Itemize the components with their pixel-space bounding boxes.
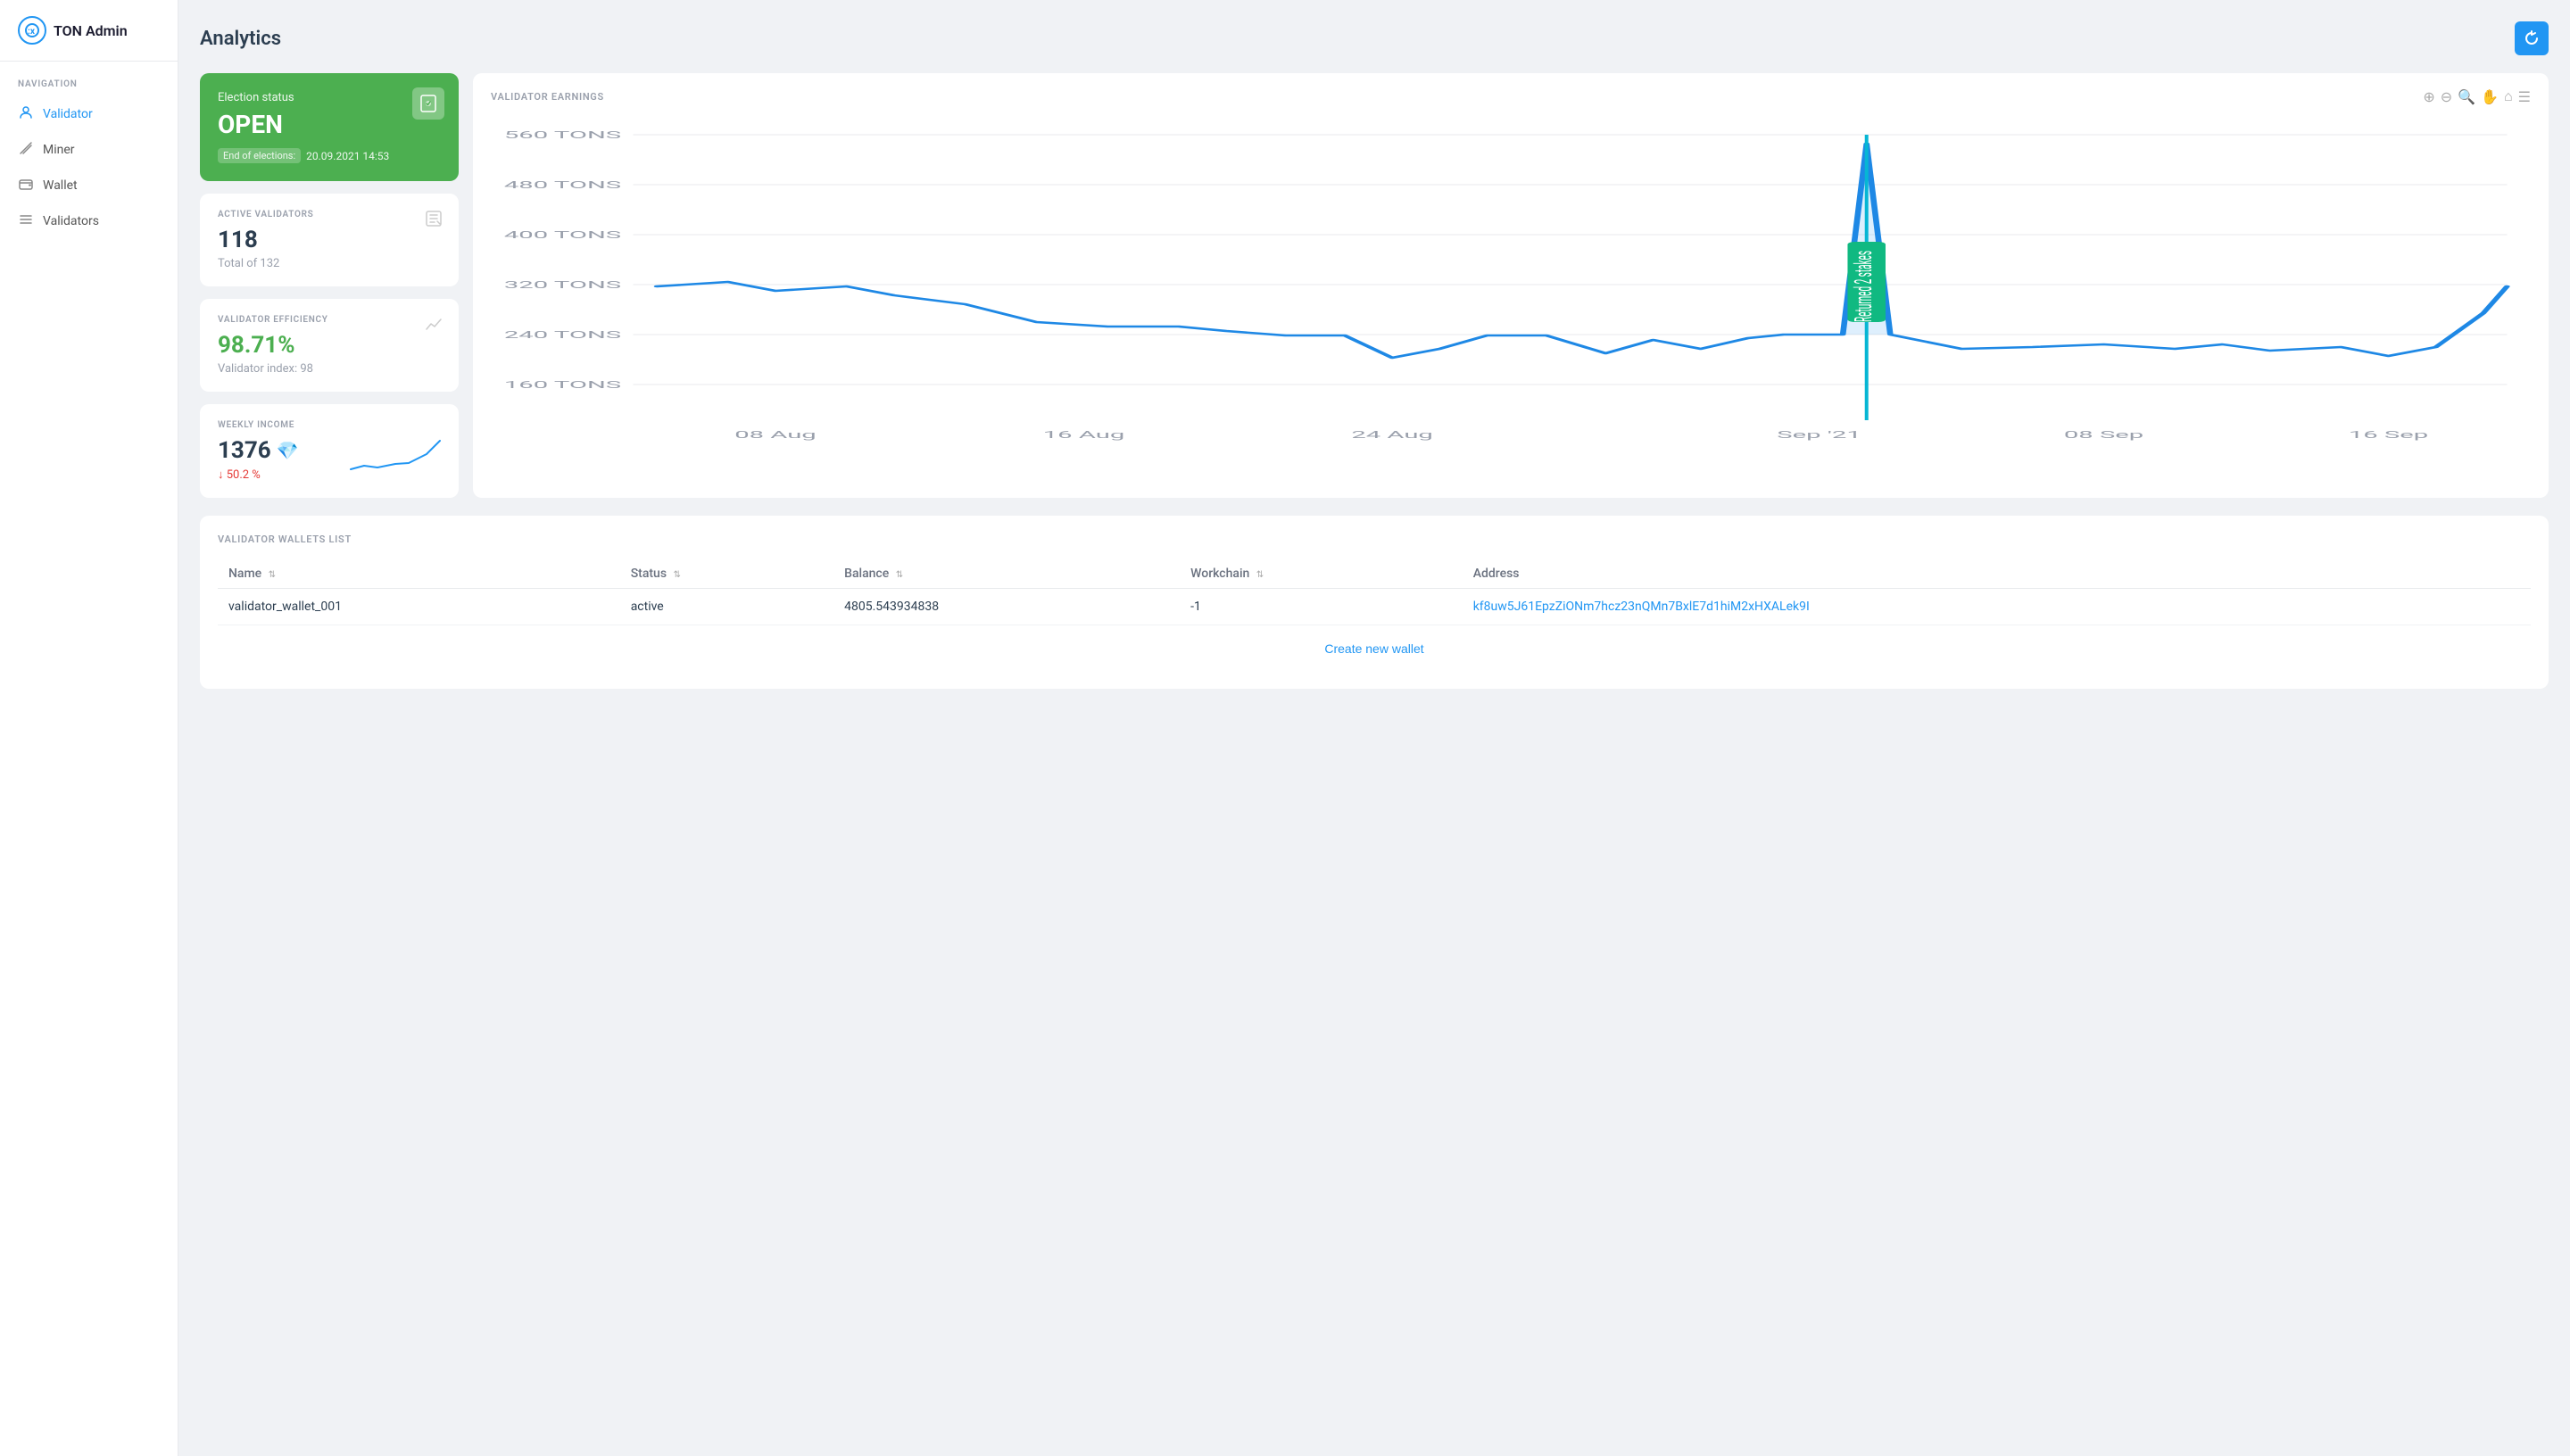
col-address: Address — [1463, 559, 2531, 589]
active-validators-sub: Total of 132 — [218, 257, 441, 270]
validators-icon — [18, 212, 34, 230]
chart-toolbar: ⊕ ⊖ 🔍 ✋ ⌂ ☰ — [2423, 87, 2531, 105]
svg-text:400 TONS: 400 TONS — [504, 230, 621, 241]
svg-text:08 Aug: 08 Aug — [734, 430, 817, 441]
sidebar: :x TON Admin NAVIGATION Validator Miner — [0, 0, 178, 1456]
election-end-label: End of elections: — [218, 148, 301, 163]
income-label: Weekly income — [218, 420, 441, 430]
page-header: Analytics — [200, 21, 2549, 55]
sidebar-item-miner[interactable]: Miner — [0, 132, 178, 168]
svg-text:Sep '21: Sep '21 — [1777, 430, 1861, 441]
active-validators-card: ACTIVE VALIDATORS 118 Total of 132 — [200, 194, 459, 286]
income-amount: 1376 — [218, 437, 271, 464]
sidebar-label-validators: Validators — [43, 214, 99, 228]
election-end: End of elections: 20.09.2021 14:53 — [218, 148, 441, 163]
logo: :x TON Admin — [0, 0, 178, 62]
table-row: validator_wallet_001 active 4805.5439348… — [218, 589, 2531, 625]
create-wallet-button[interactable]: Create new wallet — [1324, 641, 1423, 656]
sidebar-label-validator: Validator — [43, 107, 93, 121]
election-status-label: Election status — [218, 91, 441, 104]
sidebar-label-miner: Miner — [43, 143, 75, 157]
election-status-value: OPEN — [218, 110, 441, 139]
miner-icon — [18, 141, 34, 159]
svg-text:240 TONS: 240 TONS — [504, 330, 621, 341]
nav-section-label: NAVIGATION — [0, 62, 178, 96]
active-validators-label: ACTIVE VALIDATORS — [218, 210, 441, 219]
app-name: TON Admin — [54, 22, 128, 39]
chart-area: 560 TONS 480 TONS 400 TONS 320 TONS 240 … — [491, 117, 2531, 456]
efficiency-sub: Validator index: 98 — [218, 362, 441, 376]
sidebar-label-wallet: Wallet — [43, 178, 78, 193]
logo-icon: :x — [18, 16, 46, 45]
sort-status-icon: ⇅ — [674, 570, 681, 580]
col-workchain[interactable]: Workchain ⇅ — [1180, 559, 1463, 589]
validator-icon — [18, 105, 34, 123]
wallets-table: Name ⇅ Status ⇅ Balance ⇅ Workchain ⇅ — [218, 559, 2531, 625]
gem-icon: 💎 — [277, 440, 299, 461]
svg-text:08 Sep: 08 Sep — [2064, 430, 2143, 441]
cell-wallet-workchain: -1 — [1180, 589, 1463, 625]
wallet-icon — [18, 177, 34, 194]
efficiency-value: 98.71% — [218, 332, 441, 359]
election-card: Election status OPEN End of elections: 2… — [200, 73, 459, 181]
wallets-table-card: VALIDATOR WALLETS LIST Name ⇅ Status ⇅ B… — [200, 516, 2549, 689]
sidebar-item-wallet[interactable]: Wallet — [0, 168, 178, 203]
svg-text:560 TONS: 560 TONS — [504, 130, 621, 141]
svg-text:320 TONS: 320 TONS — [504, 280, 621, 291]
validators-corner-icon — [423, 208, 444, 235]
active-validators-count: 118 — [218, 227, 441, 253]
sidebar-item-validator[interactable]: Validator — [0, 96, 178, 132]
cell-wallet-status: active — [620, 589, 833, 625]
top-row: Election status OPEN End of elections: 2… — [200, 73, 2549, 498]
svg-text:24 Aug: 24 Aug — [1351, 430, 1433, 441]
col-status[interactable]: Status ⇅ — [620, 559, 833, 589]
svg-text:16 Sep: 16 Sep — [2349, 430, 2428, 441]
cell-wallet-name: validator_wallet_001 — [218, 589, 620, 625]
sort-balance-icon: ⇅ — [896, 570, 903, 580]
chart-title: VALIDATOR EARNINGS — [491, 91, 2531, 103]
table-title: VALIDATOR WALLETS LIST — [218, 534, 2531, 545]
cell-wallet-address[interactable]: kf8uw5J61EpzZiONm7hcz23nQMn7BxlE7d1hiM2x… — [1463, 589, 2531, 625]
zoom-in-icon[interactable]: ⊕ — [2423, 88, 2434, 105]
col-name[interactable]: Name ⇅ — [218, 559, 620, 589]
efficiency-corner-icon — [423, 313, 444, 340]
svg-text:160 TONS: 160 TONS — [504, 380, 621, 391]
pan-icon[interactable]: ✋ — [2481, 88, 2499, 105]
svg-text:16 Aug: 16 Aug — [1043, 430, 1125, 441]
weekly-income-card: Weekly income 1376 💎 ↓ 50.2 % — [200, 404, 459, 498]
svg-text:480 TONS: 480 TONS — [504, 180, 621, 191]
search-icon[interactable]: 🔍 — [2458, 88, 2475, 105]
sort-workchain-icon: ⇅ — [1256, 570, 1264, 580]
validator-efficiency-card: VALIDATOR EFFICIENCY 98.71% Validator in… — [200, 299, 459, 392]
create-wallet-row: Create new wallet — [218, 625, 2531, 671]
election-end-value: 20.09.2021 14:53 — [306, 150, 389, 162]
page-title: Analytics — [200, 28, 281, 50]
svg-text:Returned 2 stakes: Returned 2 stakes — [1849, 251, 1878, 322]
efficiency-label: VALIDATOR EFFICIENCY — [218, 315, 441, 325]
home-icon[interactable]: ⌂ — [2504, 87, 2513, 105]
chart-card: VALIDATOR EARNINGS ⊕ ⊖ 🔍 ✋ ⌂ ☰ — [473, 73, 2549, 498]
col-balance[interactable]: Balance ⇅ — [833, 559, 1180, 589]
refresh-button[interactable] — [2515, 21, 2549, 55]
svg-text::x: :x — [28, 27, 36, 37]
main-content: Analytics Election status OP — [178, 0, 2570, 1456]
left-cards: Election status OPEN End of elections: 2… — [200, 73, 459, 498]
sidebar-item-validators[interactable]: Validators — [0, 203, 178, 239]
zoom-out-icon[interactable]: ⊖ — [2441, 88, 2452, 105]
mini-chart — [346, 432, 444, 480]
menu-icon[interactable]: ☰ — [2518, 88, 2531, 105]
sort-name-icon: ⇅ — [269, 570, 276, 580]
cell-wallet-balance: 4805.543934838 — [833, 589, 1180, 625]
